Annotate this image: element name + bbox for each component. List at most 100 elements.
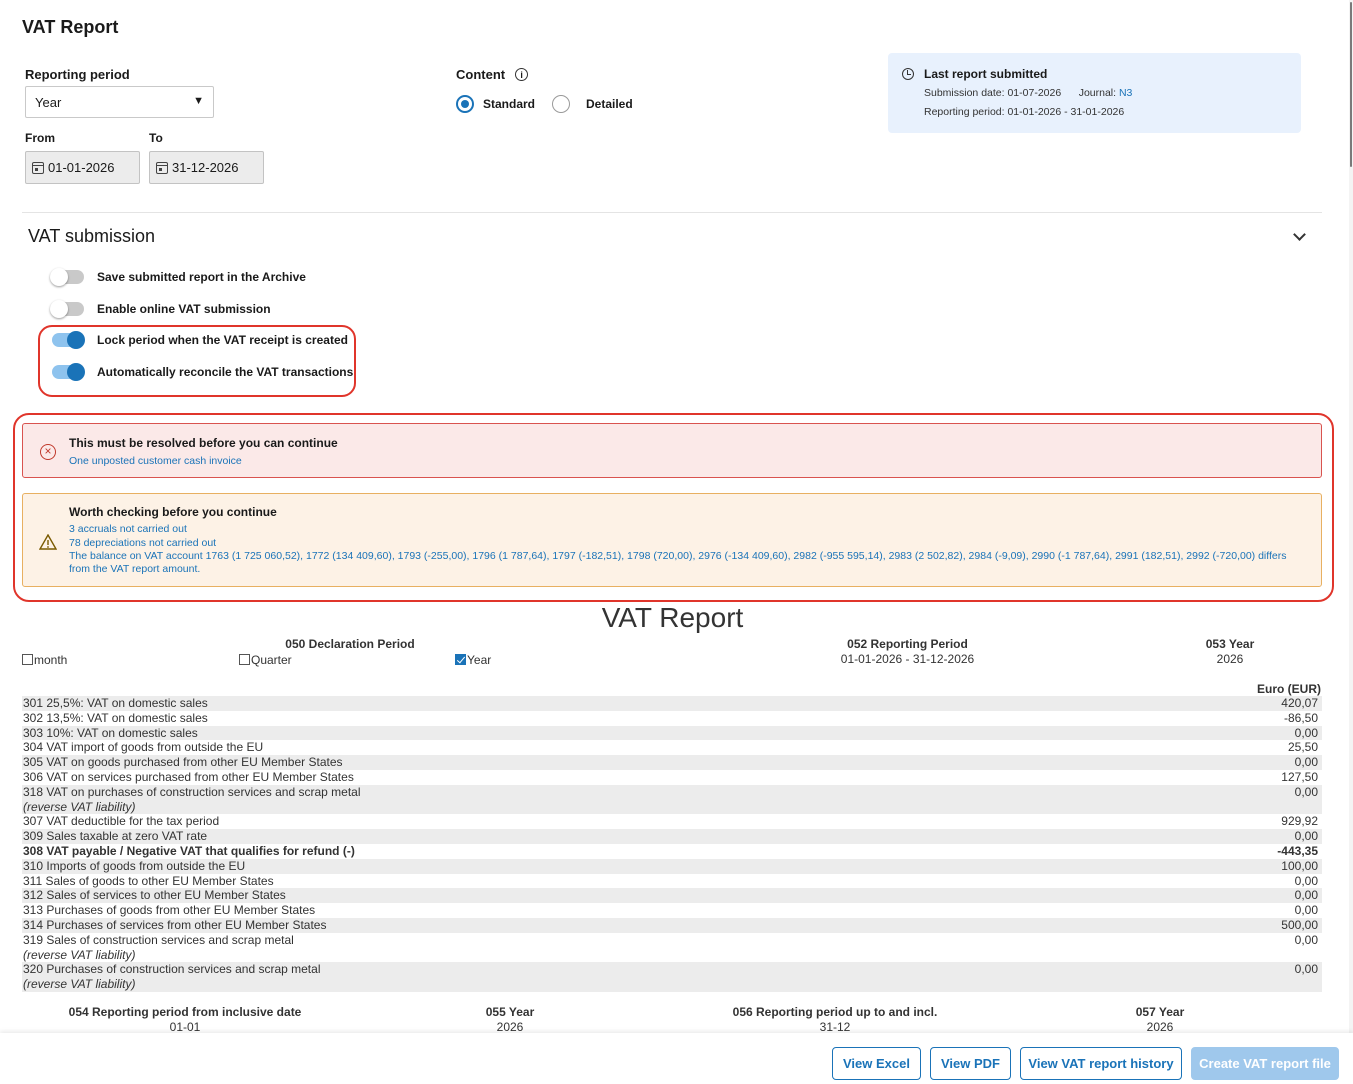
last-report-panel: Last report submitted Submission date: 0… [888,53,1301,133]
checkbox-icon[interactable] [22,654,33,665]
table-row: 310 Imports of goods from outside the EU… [22,858,1322,874]
bottom-year2-header: 057 Year [1135,1005,1185,1019]
last-report-date: Submission date: 01-07-2026 Journal: N3 [924,87,1132,99]
info-icon[interactable]: i [515,68,529,81]
table-row: 312 Sales of services to other EU Member… [22,888,1322,904]
toggle-row-online-submission[interactable]: Enable online VAT submission [50,300,271,318]
from-label: From [25,131,55,145]
divider [22,212,1322,213]
row-note: (reverse VAT liability) [23,947,136,962]
checkbox-month-label: month [34,653,68,667]
row-value: 0,00 [1294,962,1318,977]
row-description: 301 25,5%: VAT on domestic sales [22,696,208,711]
report-title: VAT Report [601,602,744,633]
row-value: 929,92 [1281,814,1318,829]
row-value: 0,00 [1294,903,1318,918]
row-description: 314 Purchases of services from other EU … [22,918,326,933]
content-radio-standard[interactable]: Standard [456,95,535,113]
scrollbar[interactable] [1349,0,1353,1033]
table-row: 303 10%: VAT on domestic sales 0,00 [22,725,1322,741]
chevron-down-icon[interactable] [1293,228,1306,241]
journal-link[interactable]: N3 [1119,87,1132,99]
history-icon [902,68,914,80]
table-row: 314 Purchases of services from other EU … [22,917,1322,933]
table-row: 306 VAT on services purchased from other… [22,770,1322,785]
radio-standard-icon[interactable] [456,95,474,113]
row-value: 0,00 [1294,932,1318,947]
row-description: 303 10%: VAT on domestic sales [22,726,198,741]
row-value: -443,35 [1277,843,1318,858]
row-label: 310 Imports of goods from outside the EU [23,858,246,873]
toggle-switch[interactable] [50,300,84,318]
row-label: 319 Sales of construction services and s… [23,932,294,947]
radio-detailed-label: Detailed [586,97,633,111]
row-label: 305 VAT on goods purchased from other EU… [23,755,343,770]
row-value: 0,00 [1294,725,1318,740]
dropdown-arrow-icon: ▼ [193,95,204,107]
checked-checkbox-icon[interactable] [455,654,466,665]
row-value: 25,50 [1287,740,1318,755]
row-label: 306 VAT on services purchased from other… [23,769,354,784]
checkbox-year[interactable]: Year [455,653,491,667]
to-date-field[interactable]: 31-12-2026 [149,151,264,184]
table-row: 318 VAT on purchases of construction ser… [22,784,1322,815]
row-label: 301 25,5%: VAT on domestic sales [23,696,208,710]
row-label: 308 VAT payable / Negative VAT that qual… [23,843,355,858]
calendar-icon [156,161,168,174]
content-header: Content i [456,67,529,82]
row-description: 313 Purchases of goods from other EU Mem… [22,903,315,918]
vat-submission-title: VAT submission [28,226,156,246]
row-label: 311 Sales of goods to other EU Member St… [23,873,274,888]
table-row: 308 VAT payable / Negative VAT that qual… [22,844,1322,859]
table-row: 301 25,5%: VAT on domestic sales 420,07 [22,696,1322,711]
checkbox-year-label: Year [467,653,492,667]
checkbox-month[interactable]: month [22,653,67,667]
checkbox-icon[interactable] [239,654,250,665]
row-note: (reverse VAT liability) [23,977,136,992]
reporting-period-header: 052 Reporting Period [847,637,968,651]
last-report-period: Reporting period: 01-01-2026 - 31-01-202… [924,106,1125,118]
toggle-row-archive[interactable]: Save submitted report in the Archive [50,268,306,286]
view-excel-button[interactable]: View Excel [832,1047,921,1080]
to-label: To [149,131,163,145]
checkbox-quarter[interactable]: Quarter [239,653,292,667]
toggle-label: Save submitted report in the Archive [97,270,306,284]
content-label: Content [456,67,506,82]
content-radio-detailed[interactable]: Detailed [552,95,633,113]
row-value: 0,00 [1294,873,1318,888]
row-value: 0,00 [1294,888,1318,903]
row-description: 319 Sales of construction services and s… [22,933,294,963]
radio-detailed-icon[interactable] [552,95,570,113]
table-row: 313 Purchases of goods from other EU Mem… [22,903,1322,918]
row-label: 304 VAT import of goods from outside the… [23,740,264,755]
view-history-button[interactable]: View VAT report history [1020,1047,1182,1080]
radio-standard-label: Standard [483,97,536,111]
view-pdf-button[interactable]: View PDF [930,1047,1011,1080]
vat-report-table: 301 25,5%: VAT on domestic sales 420,07 30… [22,696,1322,992]
bottom-to-date-value: 31-12 [819,1020,851,1034]
row-label: 313 Purchases of goods from other EU Mem… [23,903,316,918]
reporting-period-label: Reporting period [25,67,130,82]
bottom-from-date-header: 054 Reporting period from inclusive date [68,1005,302,1019]
bottom-year2-value: 2026 [1146,1020,1174,1034]
row-value: 0,00 [1294,784,1318,799]
reporting-period-value: Year [35,95,62,110]
table-row: 319 Sales of construction services and s… [22,933,1322,963]
toggle-switch[interactable] [50,268,84,286]
bottom-year-header: 055 Year [485,1005,535,1019]
row-description: 302 13,5%: VAT on domestic sales [22,711,208,726]
submission-date: Submission date: 01-07-2026 [924,87,1062,99]
row-label: 309 Sales taxable at zero VAT rate [23,829,208,844]
row-value: 100,00 [1281,858,1318,873]
from-date-value: 01-01-2026 [48,160,115,175]
row-value: 500,00 [1281,917,1318,932]
reporting-period-select[interactable]: Year ▼ [25,86,214,118]
row-description: 306 VAT on services purchased from other… [22,770,354,785]
row-description: 304 VAT import of goods from outside the… [22,740,263,755]
page-title: VAT Report [22,17,119,37]
create-vat-report-file-button[interactable]: Create VAT report file [1191,1047,1339,1080]
bottom-to-date-header: 056 Reporting period up to and incl. [732,1005,938,1019]
from-date-field[interactable]: 01-01-2026 [25,151,140,184]
journal-label: Journal: [1078,87,1117,99]
year-header: 053 Year [1205,637,1255,651]
